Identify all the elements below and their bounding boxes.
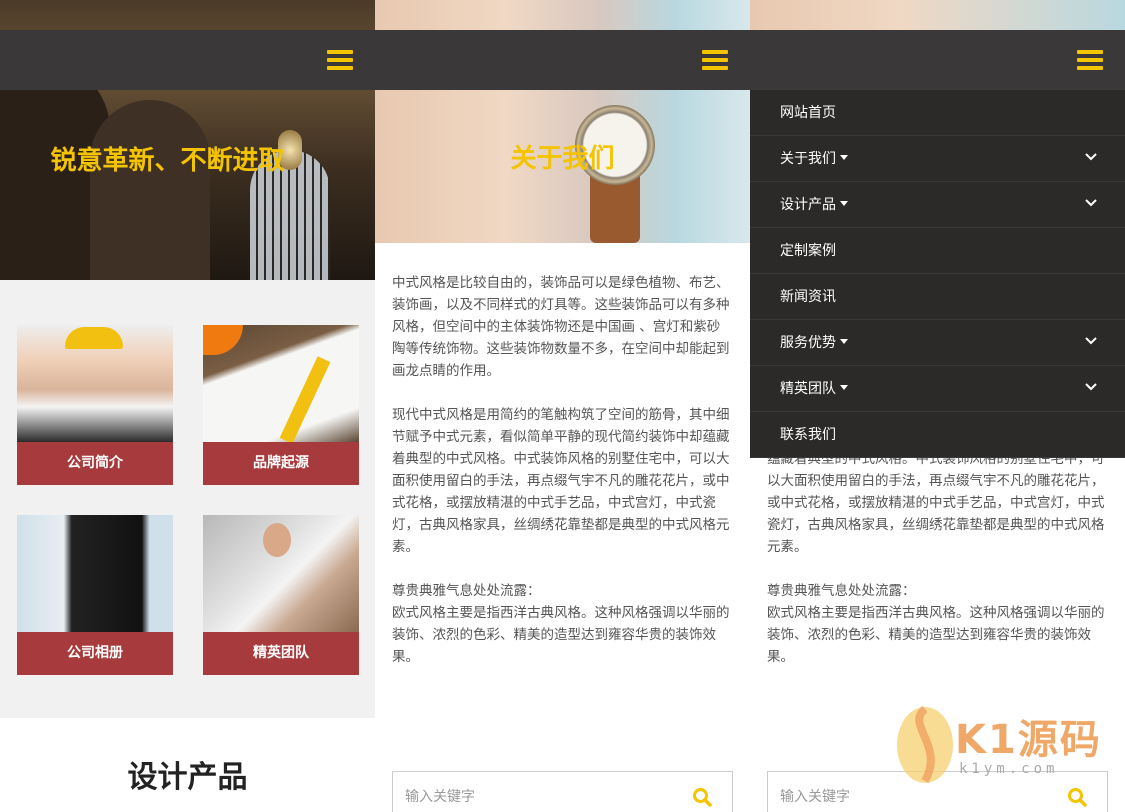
chevron-down-icon[interactable] xyxy=(1085,380,1097,392)
menu-item[interactable]: 新闻资讯 xyxy=(750,274,1125,320)
header-bar xyxy=(375,30,750,90)
watermark-logo: K1源码 k1ym.com xyxy=(895,705,1110,785)
card-brand-origin[interactable]: 品牌起源 xyxy=(203,325,359,485)
chevron-down-icon[interactable] xyxy=(1085,334,1097,346)
menu-item-label: 联系我们 xyxy=(780,427,836,443)
menu-item[interactable]: 设计产品 xyxy=(750,182,1125,228)
hard-hat-icon xyxy=(203,325,243,355)
section-title-products: 设计产品 xyxy=(127,760,248,795)
card-company-album[interactable]: 公司相册 xyxy=(17,515,173,675)
hero-arch-middle xyxy=(90,100,210,280)
panel-menu-open: 蕴藏着典型的中式风格。中式装饰风格的别墅住宅中，可以大面积使用留白的手法，再点缀… xyxy=(750,0,1125,812)
caret-down-icon xyxy=(840,384,848,390)
caret-down-icon xyxy=(840,338,848,344)
panel-about: 关于我们 中式风格是比较自由的，装饰品可以是绿色植物、布艺、装饰画，以及不同样式… xyxy=(375,0,750,812)
menu-item-label: 定制案例 xyxy=(780,243,836,259)
card-label: 公司简介 xyxy=(17,442,173,485)
panel-home: 锐意革新、不断进取 公司简介 品牌起源 公司相册 精英团队 设计产品 xyxy=(0,0,375,812)
hero-title: 锐意革新、不断进取 xyxy=(50,146,285,176)
search-icon[interactable] xyxy=(692,787,712,807)
card-image xyxy=(17,515,173,632)
logo-icon xyxy=(897,705,953,783)
caret-down-icon xyxy=(840,200,848,206)
level-tool-icon xyxy=(279,356,331,444)
menu-item[interactable]: 定制案例 xyxy=(750,228,1125,274)
article-paragraph: 现代中式风格是用简约的笔触构筑了空间的筋骨，其中细节赋予中式元素，看似简单平静的… xyxy=(392,407,730,555)
nav-dropdown-menu: 网站首页关于我们设计产品定制案例新闻资讯服务优势精英团队联系我们 xyxy=(750,90,1125,458)
menu-item[interactable]: 精英团队 xyxy=(750,366,1125,412)
menu-item-label: 新闻资讯 xyxy=(780,289,836,305)
caret-down-icon xyxy=(840,154,848,160)
watermark-domain: k1ym.com xyxy=(959,761,1059,777)
menu-icon[interactable] xyxy=(327,50,353,70)
article-paragraph: 尊贵典雅气息处处流露： 欧式风格主要是指西洋古典风格。这种风格强调以华丽的装饰、… xyxy=(392,583,730,665)
menu-item[interactable]: 服务优势 xyxy=(750,320,1125,366)
search-box xyxy=(392,771,733,812)
menu-icon[interactable] xyxy=(702,50,728,70)
hard-hat-icon xyxy=(65,327,123,349)
article-body: 中式风格是比较自由的，装饰品可以是绿色植物、布艺、装饰画，以及不同样式的灯具等。… xyxy=(392,272,733,668)
menu-item-label: 服务优势 xyxy=(780,335,836,351)
watermark-brand: K1源码 xyxy=(955,717,1102,763)
card-image xyxy=(203,515,359,632)
worker-face xyxy=(263,523,291,557)
card-label: 品牌起源 xyxy=(203,442,359,485)
card-image xyxy=(17,325,173,442)
article-body: 蕴藏着典型的中式风格。中式装饰风格的别墅住宅中，可以大面积使用留白的手法，再点缀… xyxy=(767,448,1108,668)
menu-item-label: 设计产品 xyxy=(780,197,836,213)
article-paragraph: 蕴藏着典型的中式风格。中式装饰风格的别墅住宅中，可以大面积使用留白的手法，再点缀… xyxy=(767,451,1105,555)
menu-item[interactable]: 联系我们 xyxy=(750,412,1125,458)
card-label: 精英团队 xyxy=(203,632,359,675)
card-elite-team[interactable]: 精英团队 xyxy=(203,515,359,675)
header-bar xyxy=(750,30,1125,90)
article-paragraph: 中式风格是比较自由的，装饰品可以是绿色植物、布艺、装饰画，以及不同样式的灯具等。… xyxy=(392,275,730,379)
card-company-intro[interactable]: 公司简介 xyxy=(17,325,173,485)
menu-item-label: 关于我们 xyxy=(780,151,836,167)
menu-item-label: 网站首页 xyxy=(780,105,836,121)
card-label: 公司相册 xyxy=(17,632,173,675)
menu-item-label: 精英团队 xyxy=(780,381,836,397)
card-image xyxy=(203,325,359,444)
header-bar xyxy=(0,30,375,90)
search-icon[interactable] xyxy=(1067,787,1087,807)
article-paragraph: 尊贵典雅气息处处流露： 欧式风格主要是指西洋古典风格。这种风格强调以华丽的装饰、… xyxy=(767,583,1105,665)
search-input[interactable] xyxy=(780,782,1060,812)
menu-icon[interactable] xyxy=(1077,50,1103,70)
search-input[interactable] xyxy=(405,782,685,812)
chevron-down-icon[interactable] xyxy=(1085,196,1097,208)
hero-title: 关于我们 xyxy=(510,144,615,174)
menu-item[interactable]: 网站首页 xyxy=(750,90,1125,136)
menu-item[interactable]: 关于我们 xyxy=(750,136,1125,182)
chevron-down-icon[interactable] xyxy=(1085,150,1097,162)
quick-links-grid: 公司简介 品牌起源 公司相册 精英团队 xyxy=(0,280,375,718)
